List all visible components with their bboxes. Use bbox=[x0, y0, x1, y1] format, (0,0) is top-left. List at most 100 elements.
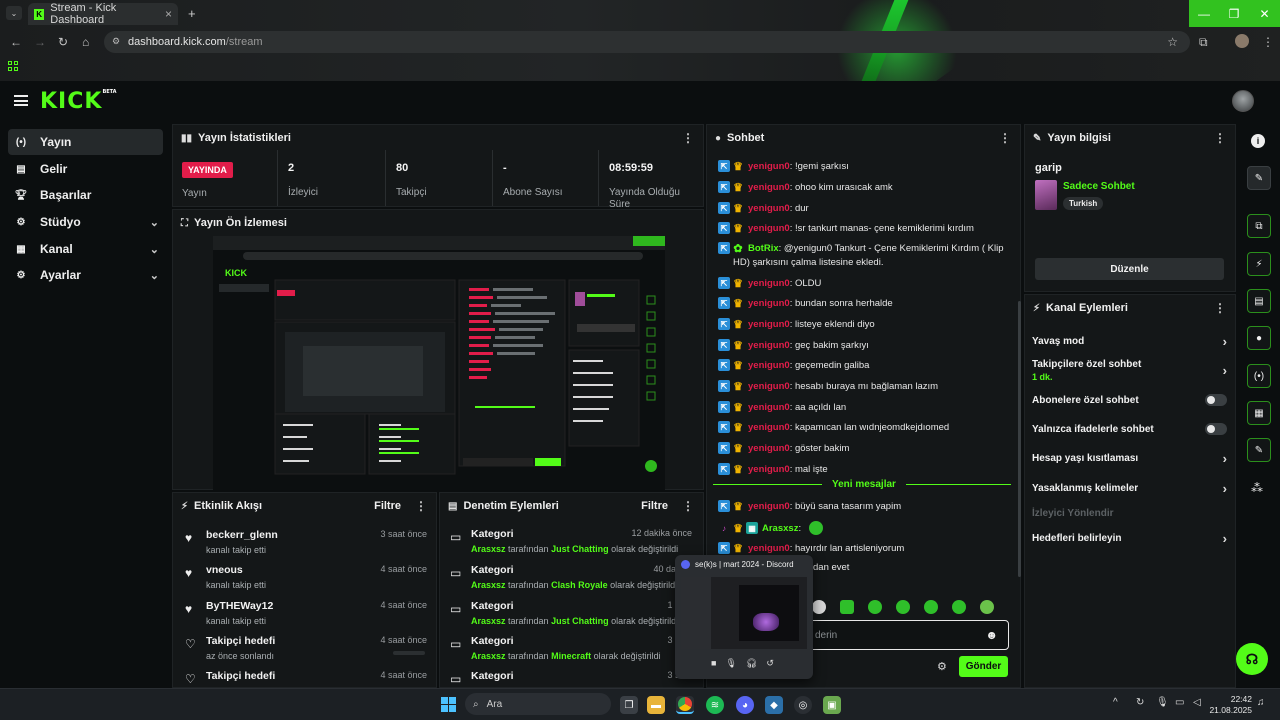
sidebar-item-studyo[interactable]: ⚙ Stüdyo ⌄ bbox=[8, 209, 163, 235]
app-icon[interactable]: ◆ bbox=[765, 696, 783, 714]
chat-rail-icon[interactable]: ● bbox=[1247, 326, 1271, 350]
stream-preview-video[interactable]: KICK bbox=[213, 236, 665, 490]
emote-icon[interactable] bbox=[980, 600, 994, 614]
chat-username[interactable]: yenigun0 bbox=[748, 443, 790, 454]
reload-icon[interactable]: ↻ bbox=[58, 35, 68, 49]
emote-icon[interactable] bbox=[896, 600, 910, 614]
activity-menu-icon[interactable]: ⋮ bbox=[415, 499, 427, 513]
user-avatar[interactable] bbox=[1232, 90, 1254, 112]
notification-bell-icon[interactable]: ♫ bbox=[1257, 697, 1265, 708]
back-icon[interactable]: ← bbox=[10, 35, 22, 49]
chat-settings-icon[interactable]: ⚙ bbox=[937, 660, 947, 673]
emote-icon[interactable] bbox=[868, 600, 882, 614]
sidebar-item-ayarlar[interactable]: ⚙ Ayarlar ⌄ bbox=[8, 262, 163, 288]
emote-only-toggle[interactable] bbox=[1205, 423, 1227, 435]
followers-only-row[interactable]: Takipçilere özel sohbet 1 dk. › bbox=[1032, 358, 1227, 382]
emoji-picker-icon[interactable]: ☻ bbox=[985, 628, 998, 642]
chat-username[interactable]: yenigun0 bbox=[748, 402, 790, 413]
chat-username[interactable]: yenigun0 bbox=[748, 543, 790, 554]
stats-menu-icon[interactable]: ⋮ bbox=[682, 131, 694, 145]
tab-close-icon[interactable]: × bbox=[165, 7, 172, 21]
chat-username[interactable]: yenigun0 bbox=[748, 464, 790, 475]
emote-icon[interactable] bbox=[952, 600, 966, 614]
tray-overflow-icon[interactable]: ^ bbox=[1113, 697, 1118, 708]
apps-grid-icon[interactable] bbox=[8, 61, 18, 71]
new-tab-button[interactable]: + bbox=[188, 6, 196, 21]
hangup-icon[interactable]: ↺ bbox=[766, 658, 774, 669]
layout-icon[interactable]: ▦ bbox=[1247, 401, 1271, 425]
sidebar-item-basarilar[interactable]: 🏆︎ Başarılar bbox=[8, 182, 163, 208]
chat-username[interactable]: yenigun0 bbox=[748, 422, 790, 433]
emote-icon[interactable] bbox=[924, 600, 938, 614]
discord-taskbar-preview[interactable]: se(k)s | mart 2024 - Discord ■ 🎙︎ 🎧︎ ↺ bbox=[675, 555, 813, 679]
redirect-viewers-row[interactable]: İzleyici Yönlendir bbox=[1032, 506, 1227, 520]
chat-username[interactable]: yenigun0 bbox=[748, 161, 790, 172]
banned-words-row[interactable]: Yasaklanmış kelimeler › bbox=[1032, 481, 1227, 496]
microphone-icon[interactable]: 🎙︎ bbox=[725, 658, 736, 669]
spotify-icon[interactable]: ≋ bbox=[706, 696, 724, 714]
obs-icon[interactable]: ◎ bbox=[794, 696, 812, 714]
chat-username[interactable]: BotRix bbox=[748, 243, 779, 254]
moderation-menu-icon[interactable]: ⋮ bbox=[682, 499, 694, 513]
send-button[interactable]: Gönder bbox=[959, 656, 1008, 677]
sidebar-item-kanal[interactable]: ▦ Kanal ⌄ bbox=[8, 236, 163, 262]
browser-tab[interactable]: K Stream - Kick Dashboard × bbox=[28, 2, 178, 26]
minimize-button[interactable]: — bbox=[1189, 0, 1219, 27]
chat-username[interactable]: yenigun0 bbox=[748, 223, 790, 234]
sidebar-item-yayin[interactable]: (•) Yayın bbox=[8, 129, 163, 155]
info-icon[interactable]: i bbox=[1251, 134, 1265, 148]
emote-icon[interactable] bbox=[840, 600, 854, 614]
chat-username[interactable]: yenigun0 bbox=[748, 340, 790, 351]
camera-icon[interactable]: ■ bbox=[711, 658, 716, 669]
kick-logo[interactable]: KICKBETA bbox=[40, 89, 117, 114]
emote-icon[interactable] bbox=[812, 600, 826, 614]
profile-avatar[interactable] bbox=[1235, 34, 1249, 48]
chat-username[interactable]: yenigun0 bbox=[748, 360, 790, 371]
file-explorer-icon[interactable]: ▬ bbox=[647, 696, 665, 714]
set-goals-row[interactable]: Hedefleri belirleyin › bbox=[1032, 531, 1227, 546]
taskbar-search[interactable]: ⌕ Ara bbox=[465, 693, 611, 715]
chat-username[interactable]: yenigun0 bbox=[748, 381, 790, 392]
chat-username[interactable]: yenigun0 bbox=[748, 298, 790, 309]
headphones-icon[interactable]: 🎧︎ bbox=[746, 658, 757, 669]
chat-username[interactable]: yenigun0 bbox=[748, 501, 790, 512]
chat-username[interactable]: Arasxsz bbox=[762, 523, 798, 534]
chat-username[interactable]: yenigun0 bbox=[748, 319, 790, 330]
edit-button[interactable]: Düzenle bbox=[1035, 258, 1224, 280]
stream-info-menu-icon[interactable]: ⋮ bbox=[1214, 131, 1226, 145]
activity-filter-button[interactable]: Filtre bbox=[374, 500, 401, 512]
edit-pencil-icon[interactable]: ✎ bbox=[1247, 166, 1271, 190]
extensions-icon[interactable]: ⧉ bbox=[1199, 35, 1208, 50]
chat-menu-icon[interactable]: ⋮ bbox=[999, 131, 1011, 145]
category-name[interactable]: Sadece Sohbet bbox=[1063, 181, 1135, 192]
windows-start-icon[interactable] bbox=[441, 697, 456, 712]
maximize-button[interactable]: ❐ bbox=[1219, 0, 1249, 27]
chat-username[interactable]: yenigun0 bbox=[748, 182, 790, 193]
display-icon[interactable]: ▭ bbox=[1175, 697, 1184, 708]
clip-icon[interactable]: ⧉ bbox=[1247, 214, 1271, 238]
tab-list-button[interactable]: ⌄ bbox=[6, 6, 22, 20]
taskbar-clock[interactable]: 22:42 21.08.2025 bbox=[1208, 694, 1252, 716]
mic-tray-icon[interactable]: 🎙︎ bbox=[1156, 697, 1169, 708]
support-headset-icon[interactable]: ☊ bbox=[1236, 643, 1268, 675]
apps-icon[interactable]: ⁂ bbox=[1251, 481, 1263, 495]
site-info-icon[interactable]: ⚙ bbox=[112, 36, 120, 47]
speaker-icon[interactable]: ◁ bbox=[1193, 697, 1201, 708]
browser-menu-icon[interactable]: ⋮ bbox=[1262, 35, 1274, 49]
minecraft-icon[interactable]: ▣ bbox=[823, 696, 841, 714]
forward-icon[interactable]: → bbox=[34, 35, 46, 49]
chat-username[interactable]: yenigun0 bbox=[748, 278, 790, 289]
chat-scrollbar[interactable] bbox=[1018, 301, 1021, 577]
discord-taskbar-icon[interactable]: ◕ bbox=[736, 696, 754, 714]
chat-username[interactable]: yenigun0 bbox=[748, 203, 790, 214]
sidebar-item-gelir[interactable]: ▤ Gelir bbox=[8, 156, 163, 182]
slow-mode-row[interactable]: Yavaş mod › bbox=[1032, 334, 1227, 349]
address-bar[interactable]: ⚙ dashboard.kick.com/stream ☆ bbox=[104, 31, 1190, 53]
notes-icon[interactable]: ▤ bbox=[1247, 289, 1271, 313]
flash-icon[interactable]: ⚡︎ bbox=[1247, 252, 1271, 276]
task-view-icon[interactable]: ❐ bbox=[620, 696, 638, 714]
account-age-row[interactable]: Hesap yaşı kısıtlaması › bbox=[1032, 451, 1227, 466]
home-icon[interactable]: ⌂ bbox=[82, 35, 89, 49]
bookmark-star-icon[interactable]: ☆ bbox=[1167, 35, 1178, 49]
channel-actions-menu-icon[interactable]: ⋮ bbox=[1214, 301, 1226, 315]
